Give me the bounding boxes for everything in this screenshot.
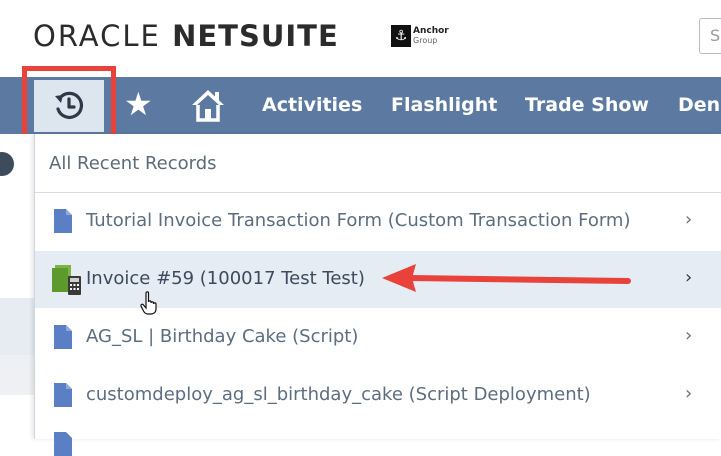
highlight-annotation xyxy=(22,66,116,141)
background-band xyxy=(0,298,34,355)
chevron-right-icon[interactable]: › xyxy=(685,325,692,346)
favorites-star-icon[interactable]: ★ xyxy=(124,88,153,120)
menu-header: All Recent Records xyxy=(49,153,217,174)
red-arrow-annotation xyxy=(382,264,631,292)
anchor-icon: ⚓ xyxy=(391,25,411,47)
company-name: Anchor xyxy=(413,26,449,36)
recent-record-item[interactable]: AG_SL | Birthday Cake (Script) › xyxy=(35,309,721,366)
recent-record-label: AG_SL | Birthday Cake (Script) xyxy=(86,326,359,347)
nav-item-activities[interactable]: Activities xyxy=(262,94,362,116)
recent-record-label: Tutorial Invoice Transaction Form (Custo… xyxy=(86,210,631,231)
nav-item-deni[interactable]: Deni xyxy=(678,94,721,116)
chevron-right-icon[interactable]: › xyxy=(685,383,692,404)
nav-item-flashlight[interactable]: Flashlight xyxy=(391,94,497,116)
document-icon xyxy=(54,432,72,456)
company-sub: Group xyxy=(413,36,438,45)
oracle-netsuite-logo[interactable]: ORACLE NETSUITE xyxy=(33,19,339,53)
invoice-icon xyxy=(52,265,81,295)
chevron-right-icon[interactable]: › xyxy=(685,267,692,288)
document-icon xyxy=(54,325,72,349)
document-icon xyxy=(54,383,72,407)
recent-record-item[interactable] xyxy=(35,427,721,456)
chevron-right-icon[interactable]: › xyxy=(685,209,692,230)
background-band xyxy=(0,355,34,395)
hand-cursor-icon xyxy=(140,291,157,315)
document-icon xyxy=(54,209,72,233)
recent-record-label: customdeploy_ag_sl_birthday_cake (Script… xyxy=(86,384,591,405)
global-search-input[interactable]: S xyxy=(699,18,721,54)
company-logo: ⚓ Anchor Group xyxy=(391,25,449,47)
recent-record-item[interactable]: Tutorial Invoice Transaction Form (Custo… xyxy=(35,193,721,250)
brand-oracle: ORACLE xyxy=(33,19,161,53)
brand-netsuite: NETSUITE xyxy=(172,19,339,53)
nav-item-trade-show[interactable]: Trade Show xyxy=(525,94,649,116)
home-icon[interactable] xyxy=(190,88,226,122)
recent-record-item[interactable]: customdeploy_ag_sl_birthday_cake (Script… xyxy=(35,367,721,424)
recent-record-label: Invoice #59 (100017 Test Test) xyxy=(86,268,365,289)
